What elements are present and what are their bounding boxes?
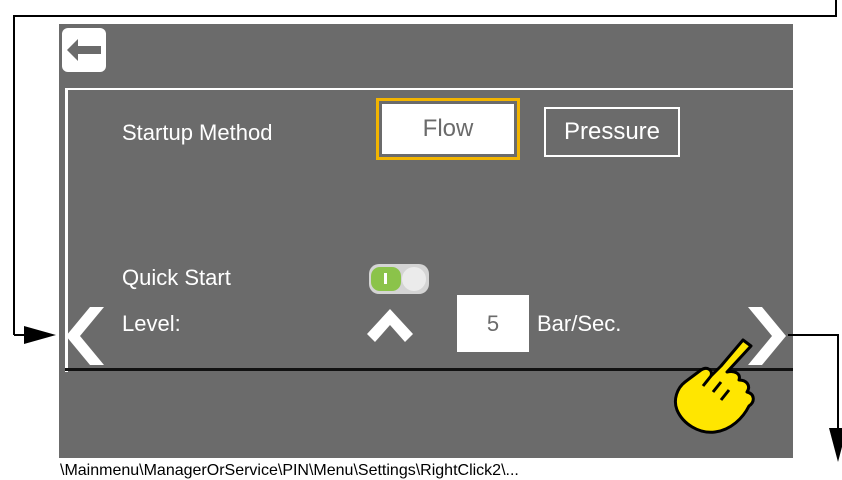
breadcrumb-path: \Mainmenu\ManagerOrService\PIN\Menu\Sett…: [60, 462, 519, 479]
pointing-hand-icon: [673, 338, 755, 434]
